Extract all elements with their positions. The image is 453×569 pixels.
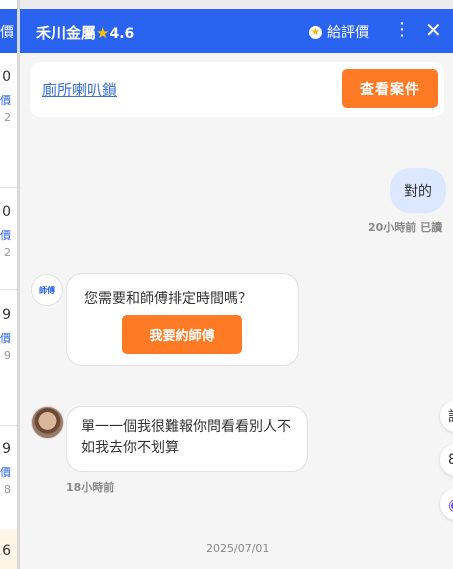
side-action-label: 8 bbox=[448, 452, 453, 468]
row-link[interactable]: 價 bbox=[0, 92, 11, 108]
schedule-question: 您需要和師傅排定時間嗎？ bbox=[84, 291, 252, 307]
shop-rating: 4.6 bbox=[109, 26, 135, 42]
customer-message-meta: 18小時前 bbox=[66, 481, 115, 494]
row-link[interactable]: 價 bbox=[0, 227, 11, 243]
background-header: 價 bbox=[0, 9, 17, 53]
row-sub: 9 bbox=[4, 349, 11, 362]
my-message-meta: 20小時前 已讀 bbox=[368, 221, 443, 234]
customer-message-text: 單一一個我很難報你問看看別人不如我去你不划算 bbox=[81, 419, 291, 456]
row-sub: 2 bbox=[4, 111, 11, 124]
shop-title: 禾川金屬★4.6 bbox=[36, 22, 134, 43]
row-value: 9 bbox=[2, 307, 11, 323]
my-message-bubble: 對的 bbox=[390, 168, 446, 213]
background-row[interactable]: 0 價 2 bbox=[0, 53, 17, 188]
side-action-button[interactable]: 詢 bbox=[440, 400, 453, 432]
row-sub: 2 bbox=[4, 246, 11, 259]
star-icon: ★ bbox=[96, 24, 110, 42]
shop-name: 禾川金屬 bbox=[36, 24, 97, 42]
bot-logo-text: 師傅 bbox=[39, 285, 55, 295]
side-action-button[interactable]: 8 bbox=[440, 444, 453, 476]
book-technician-button[interactable]: 我要約師傅 bbox=[122, 315, 242, 354]
case-card: 廁所喇叭鎖 查看案件 bbox=[30, 62, 444, 117]
chat-header: 禾川金屬★4.6 ★ 給評價 ⋮ ✕ bbox=[20, 9, 453, 53]
customer-avatar bbox=[31, 406, 64, 439]
row-value: 0 bbox=[2, 69, 11, 85]
case-title-link[interactable]: 廁所喇叭鎖 bbox=[42, 79, 117, 100]
background-row[interactable]: 9 價 9 bbox=[0, 289, 17, 426]
date-separator: 2025/07/01 bbox=[206, 542, 270, 555]
row-link[interactable]: 價 bbox=[0, 464, 11, 480]
background-row[interactable]: 6 bbox=[0, 529, 17, 569]
row-value: 0 bbox=[2, 204, 11, 220]
star-badge-icon: ★ bbox=[309, 25, 322, 39]
more-options-icon[interactable]: ⋮ bbox=[393, 19, 411, 40]
row-value: 9 bbox=[2, 441, 11, 457]
row-value: 6 bbox=[2, 543, 11, 559]
view-case-button[interactable]: 查看案件 bbox=[342, 69, 438, 108]
background-header-fragment: 價 bbox=[0, 25, 14, 41]
schedule-prompt-card: 您需要和師傅排定時間嗎？ 我要約師傅 bbox=[66, 273, 299, 366]
background-row[interactable]: 9 價 8 bbox=[0, 425, 17, 530]
rate-button-label: 給評價 bbox=[327, 25, 369, 41]
assistant-icon[interactable]: ◉ bbox=[440, 488, 453, 520]
background-row[interactable]: 0 價 2 bbox=[0, 187, 17, 290]
background-list: 價 0 價 2 0 價 2 9 價 9 9 價 8 6 bbox=[0, 0, 17, 569]
customer-message-bubble: 單一一個我很難報你問看看別人不如我去你不划算 bbox=[66, 406, 308, 472]
close-icon[interactable]: ✕ bbox=[425, 18, 442, 42]
rate-button[interactable]: ★ 給評價 bbox=[309, 22, 369, 42]
row-sub: 8 bbox=[4, 483, 11, 496]
row-link[interactable]: 價 bbox=[0, 330, 11, 346]
side-action-label: 詢 bbox=[448, 406, 453, 426]
bot-avatar: 師傅 bbox=[31, 274, 63, 306]
chat-panel: 禾川金屬★4.6 ★ 給評價 ⋮ ✕ 廁所喇叭鎖 查看案件 對的 20小時前 已… bbox=[20, 9, 453, 569]
